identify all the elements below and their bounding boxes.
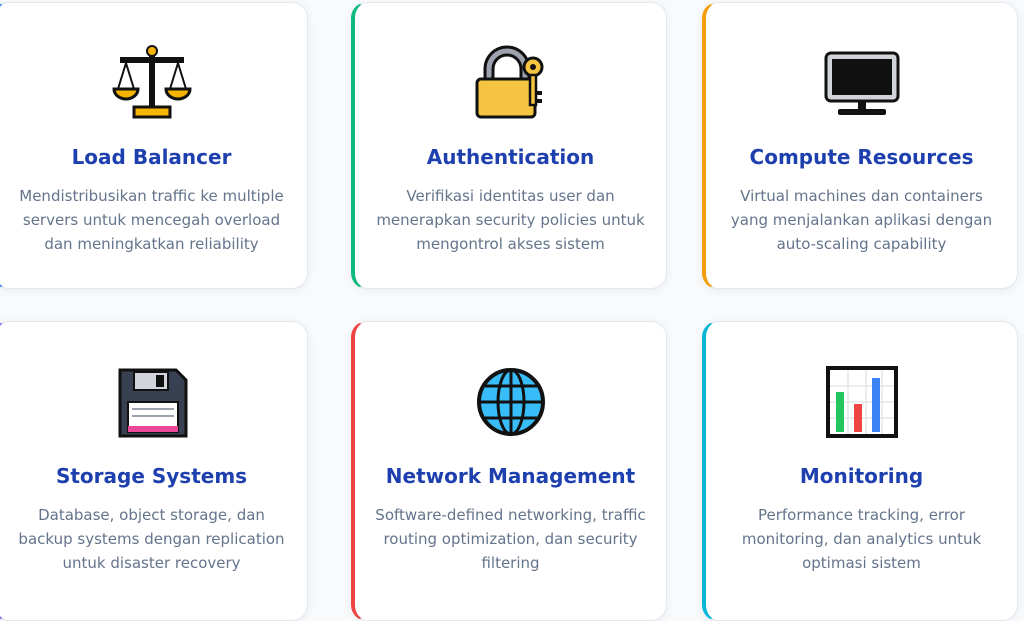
floppy-disk-icon <box>112 362 192 442</box>
monitor-icon <box>822 43 902 123</box>
card-title: Monitoring <box>799 464 924 488</box>
card-description: Virtual machines dan containers yang men… <box>730 187 993 253</box>
card-title: Storage Systems <box>55 464 248 488</box>
card-network-management[interactable]: Network Management Software-defined netw… <box>351 321 667 621</box>
card-description: Performance tracking, error monitoring, … <box>741 506 982 572</box>
card-description: Database, object storage, dan backup sys… <box>18 506 285 572</box>
card-title: Network Management <box>385 464 636 488</box>
card-title: Compute Resources <box>749 145 974 169</box>
card-title: Authentication <box>426 145 595 169</box>
card-load-balancer[interactable]: Load Balancer Mendistribusikan traffic k… <box>0 2 308 289</box>
balance-scale-icon <box>111 43 192 123</box>
card-compute-resources[interactable]: Compute Resources Virtual machines dan c… <box>702 2 1018 289</box>
card-description: Software-defined networking, traffic rou… <box>375 506 646 572</box>
card-title: Load Balancer <box>71 145 232 169</box>
card-monitoring[interactable]: Monitoring Performance tracking, error m… <box>702 321 1018 621</box>
card-storage-systems[interactable]: Storage Systems Database, object storage… <box>0 321 308 621</box>
card-description: Mendistribusikan traffic ke multiple ser… <box>19 187 284 253</box>
bar-chart-icon <box>822 362 902 442</box>
globe-icon <box>471 362 551 442</box>
card-description: Verifikasi identitas user dan menerapkan… <box>376 187 645 253</box>
lock-with-key-icon <box>471 43 551 123</box>
card-authentication[interactable]: Authentication Verifikasi identitas user… <box>351 2 667 289</box>
